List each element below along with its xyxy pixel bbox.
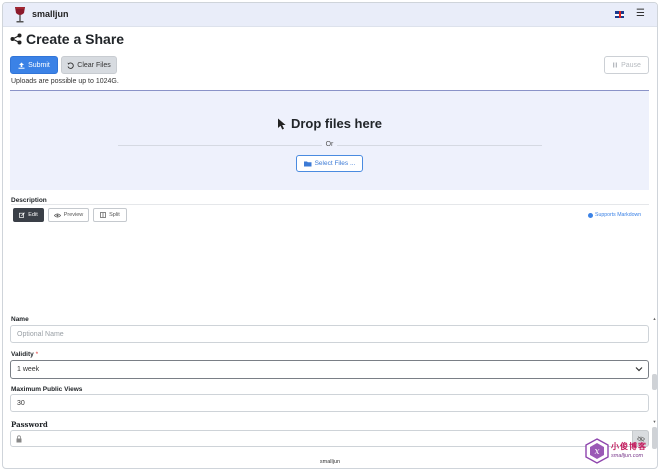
info-circle-icon: [588, 212, 593, 218]
max-views-input[interactable]: 30: [10, 394, 649, 412]
top-navbar: smalljun ☰: [3, 3, 657, 27]
description-editor[interactable]: [11, 223, 649, 321]
tab-preview-label: Preview: [63, 212, 84, 218]
dropzone-title-text: Drop files here: [290, 116, 383, 131]
scrollbar-thumb[interactable]: [652, 374, 657, 390]
footer-text: smalljun: [319, 459, 341, 465]
validity-selected-value: 1 week: [17, 366, 40, 373]
folder-open-icon: [303, 161, 312, 166]
uk-flag-icon[interactable]: [615, 11, 624, 18]
columns-icon: [100, 212, 107, 218]
scroll-down-arrow[interactable]: ▼: [652, 419, 657, 424]
validity-select[interactable]: 1 week: [10, 360, 649, 379]
clear-files-label: Clear Files: [77, 61, 111, 69]
eye-icon: [53, 213, 61, 217]
upload-icon: [18, 62, 25, 69]
page-title: Create a Share: [10, 31, 124, 47]
app-frame: smalljun ☰ Create a Share Submit Clear F…: [2, 2, 658, 469]
divider: [11, 204, 649, 205]
validity-label-text: Validity: [11, 351, 34, 358]
submit-button[interactable]: Submit: [10, 56, 58, 74]
mouse-pointer-icon: [277, 118, 286, 129]
file-dropzone[interactable]: Drop files here Or Select Files ...: [10, 90, 649, 190]
watermark-logo-icon: x: [585, 438, 609, 464]
svg-text:x: x: [594, 447, 599, 457]
password-label: Password: [11, 420, 48, 429]
brand-name[interactable]: smalljun: [32, 9, 69, 19]
upload-limit-note: Uploads are possible up to 1024G.: [11, 78, 119, 85]
name-placeholder: Optional Name: [17, 330, 64, 338]
page-title-text: Create a Share: [26, 31, 125, 47]
validity-label: Validity *: [11, 351, 38, 358]
submit-label: Submit: [28, 61, 50, 69]
pause-label: Pause: [621, 61, 641, 69]
tab-edit[interactable]: Edit: [13, 208, 44, 222]
description-label: Description: [11, 197, 47, 204]
chevron-down-icon: [635, 367, 643, 372]
undo-icon: [67, 62, 74, 69]
or-separator: Or: [10, 141, 649, 148]
wine-glass-logo-icon[interactable]: [13, 6, 27, 24]
tab-preview[interactable]: Preview: [48, 208, 89, 222]
clear-files-button[interactable]: Clear Files: [61, 56, 117, 74]
tab-split-label: Split: [109, 212, 120, 218]
or-text: Or: [321, 141, 338, 148]
tab-split[interactable]: Split: [93, 208, 127, 222]
tab-edit-label: Edit: [28, 212, 38, 218]
watermark-en-text: smalljun.com: [611, 453, 644, 459]
hamburger-menu-icon[interactable]: ☰: [636, 9, 645, 19]
password-input[interactable]: [10, 430, 649, 447]
markdown-support-link[interactable]: Supports Markdown: [588, 212, 641, 218]
scroll-up-arrow[interactable]: ▲: [652, 316, 657, 321]
watermark: x 小俊博客 smalljun.com: [585, 438, 655, 466]
max-views-value: 30: [17, 399, 25, 407]
pause-button[interactable]: Pause: [604, 56, 649, 74]
pause-icon: [613, 62, 618, 68]
required-asterisk: *: [35, 351, 39, 358]
markdown-support-text: Supports Markdown: [595, 212, 642, 218]
dropzone-title: Drop files here: [10, 116, 649, 131]
pen-to-square-icon: [19, 212, 26, 218]
name-input[interactable]: Optional Name: [10, 325, 649, 343]
share-nodes-icon: [10, 33, 22, 45]
max-views-label: Maximum Public Views: [11, 386, 83, 393]
watermark-cn-text: 小俊博客: [611, 442, 647, 451]
select-files-label: Select Files ...: [314, 160, 356, 167]
name-label: Name: [11, 316, 29, 323]
lock-icon: [16, 435, 22, 443]
select-files-button[interactable]: Select Files ...: [296, 155, 363, 172]
